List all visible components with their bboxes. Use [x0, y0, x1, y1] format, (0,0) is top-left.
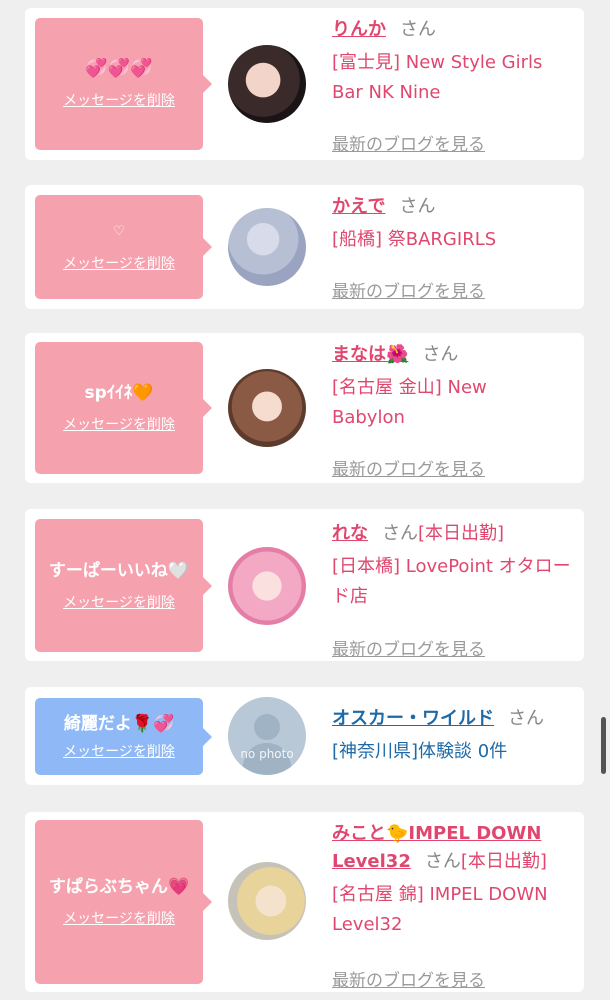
review-count-link[interactable]: [神奈川県]体験談 0件 — [332, 737, 582, 767]
latest-blog-link[interactable]: 最新のブログを見る — [332, 277, 485, 302]
avatar[interactable]: no photo — [228, 697, 306, 775]
delete-message-link[interactable]: メッセージを削除 — [63, 414, 175, 434]
message-bubble: 綺麗だよ🌹💞 メッセージを削除 — [35, 698, 212, 775]
on-duty-tag: [本日出勤] — [418, 523, 505, 544]
latest-blog-link[interactable]: 最新のブログを見る — [332, 966, 485, 991]
avatar[interactable] — [228, 547, 306, 625]
delete-message-link[interactable]: メッセージを削除 — [63, 741, 175, 761]
message-card: 💞💞💞 メッセージを削除 りんか さん [富士見] New Style Girls… — [25, 8, 584, 160]
message-text: ♡ — [113, 224, 125, 239]
avatar[interactable] — [228, 208, 306, 286]
message-card: ♡ メッセージを削除 かえで さん [船橋] 祭BARGIRLS 最新のブログを見… — [25, 185, 584, 309]
shop-link[interactable]: [名古屋 金山] New Babylon — [332, 373, 532, 433]
scrollbar[interactable] — [601, 717, 606, 774]
message-bubble: ♡ メッセージを削除 — [35, 195, 212, 299]
message-text: 💞💞💞 — [85, 58, 153, 79]
cast-name-link[interactable]: れな — [332, 523, 368, 544]
cast-name-link[interactable]: かえで — [332, 196, 385, 217]
shop-link[interactable]: [日本橋] LovePoint オタロード店 — [332, 552, 572, 612]
latest-blog-link[interactable]: 最新のブログを見る — [332, 455, 485, 480]
message-text: 綺麗だよ🌹💞 — [63, 713, 175, 734]
delete-message-link[interactable]: メッセージを削除 — [63, 592, 175, 612]
avatar[interactable] — [228, 369, 306, 447]
on-duty-tag: [本日出勤] — [460, 851, 547, 872]
no-photo-silhouette-icon — [242, 714, 292, 775]
delete-message-link[interactable]: メッセージを削除 — [63, 253, 175, 273]
message-text: すーぱーいいね🤍 — [48, 560, 190, 581]
avatar[interactable] — [228, 45, 306, 123]
member-name-link[interactable]: オスカー・ワイルド — [332, 708, 494, 729]
delete-message-link[interactable]: メッセージを削除 — [63, 90, 175, 110]
message-card: すぱらぶちゃん💗 メッセージを削除 みこと🐤IMPEL DOWN Level32… — [25, 812, 584, 992]
latest-blog-link[interactable]: 最新のブログを見る — [332, 635, 485, 660]
message-card: すーぱーいいね🤍 メッセージを削除 れな さん[本日出勤] [日本橋] LoveP… — [25, 509, 584, 661]
message-bubble: すぱらぶちゃん💗 メッセージを削除 — [35, 820, 212, 984]
no-photo-label: no photo — [240, 747, 294, 761]
avatar[interactable] — [228, 862, 306, 940]
message-card: spｲｲﾈ🧡 メッセージを削除 まなは🌺 さん [名古屋 金山] New Baby… — [25, 333, 584, 483]
message-card: 綺麗だよ🌹💞 メッセージを削除 no photo オスカー・ワイルド さん [神奈… — [25, 687, 584, 785]
delete-message-link[interactable]: メッセージを削除 — [63, 908, 175, 928]
honorific: さん — [422, 344, 459, 365]
message-text: spｲｲﾈ🧡 — [84, 383, 154, 403]
honorific: さん — [400, 19, 436, 40]
honorific: さん — [424, 851, 461, 872]
message-bubble: spｲｲﾈ🧡 メッセージを削除 — [35, 342, 212, 474]
honorific: さん — [382, 523, 418, 544]
shop-link[interactable]: [名古屋 錦] IMPEL DOWN Level32 — [332, 880, 577, 940]
honorific: さん — [399, 196, 436, 217]
shop-link[interactable]: [船橋] 祭BARGIRLS — [332, 225, 577, 255]
cast-name-link[interactable]: りんか — [332, 19, 386, 40]
message-bubble: すーぱーいいね🤍 メッセージを削除 — [35, 519, 212, 652]
honorific: さん — [508, 708, 544, 729]
message-text: すぱらぶちゃん💗 — [48, 877, 190, 897]
shop-link[interactable]: [富士見] New Style Girls Bar NK Nine — [332, 48, 567, 108]
latest-blog-link[interactable]: 最新のブログを見る — [332, 130, 485, 155]
cast-name-link[interactable]: まなは🌺 — [332, 344, 408, 365]
message-bubble: 💞💞💞 メッセージを削除 — [35, 18, 212, 150]
